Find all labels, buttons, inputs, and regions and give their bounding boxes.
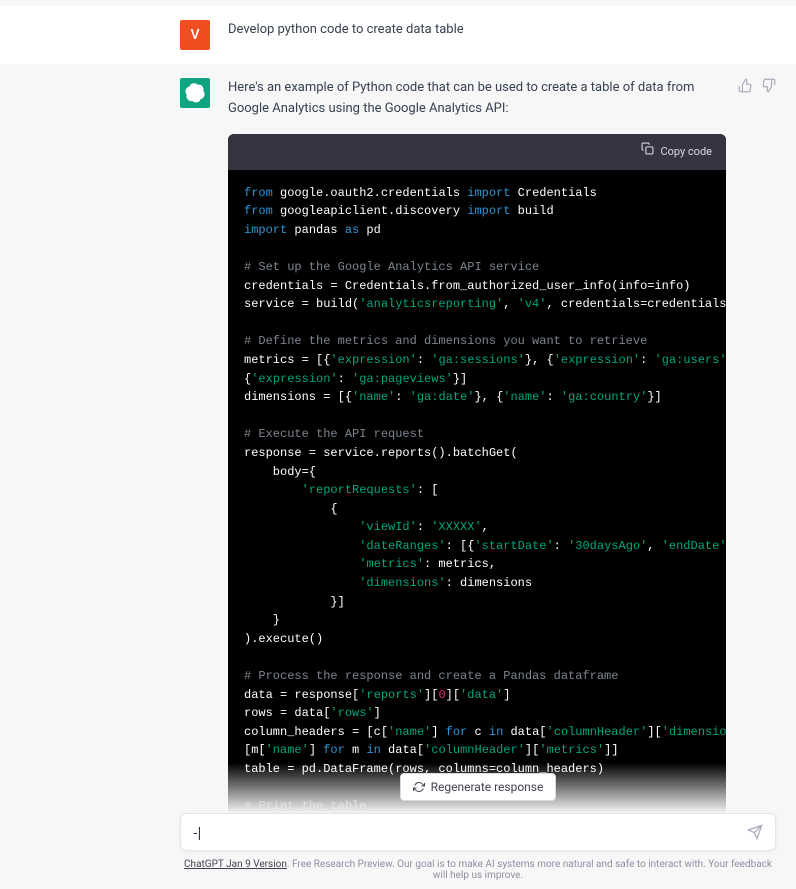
user-message-text: Develop python code to create data table — [228, 20, 776, 50]
user-avatar: V — [180, 20, 210, 50]
thumbs-down-icon[interactable] — [761, 78, 776, 100]
copy-code-label[interactable]: Copy code — [660, 143, 712, 161]
version-link[interactable]: ChatGPT Jan 9 Version — [184, 859, 287, 870]
conversation: V Develop python code to create data tab… — [0, 0, 796, 850]
feedback-controls — [738, 78, 776, 100]
send-icon — [747, 824, 763, 840]
assistant-intro-text: Here's an example of Python code that ca… — [228, 78, 726, 120]
thumbs-up-icon[interactable] — [738, 78, 753, 100]
send-button[interactable] — [747, 824, 763, 840]
message-input-row — [180, 813, 776, 851]
user-avatar-letter: V — [190, 27, 199, 43]
code-header: Copy code — [228, 134, 726, 170]
assistant-avatar — [180, 78, 210, 108]
footer-note: ChatGPT Jan 9 Version. Free Research Pre… — [180, 859, 776, 883]
code-block: Copy code from google.oauth2.credentials… — [228, 134, 726, 851]
user-message: V Develop python code to create data tab… — [0, 6, 796, 64]
bottom-area: Regenerate response ChatGPT Jan 9 Versio… — [0, 763, 796, 889]
assistant-message-body: Here's an example of Python code that ca… — [228, 78, 776, 850]
regenerate-label: Regenerate response — [431, 780, 544, 794]
footer-disclaimer: . Free Research Preview. Our goal is to … — [287, 859, 772, 881]
message-input[interactable] — [193, 824, 739, 840]
copy-icon[interactable] — [641, 142, 654, 161]
refresh-icon — [413, 781, 425, 793]
regenerate-wrap: Regenerate response — [180, 773, 776, 801]
assistant-message: Here's an example of Python code that ca… — [0, 64, 796, 850]
code-content[interactable]: from google.oauth2.credentials import Cr… — [228, 170, 726, 851]
regenerate-button[interactable]: Regenerate response — [400, 773, 557, 801]
assistant-logo-icon — [185, 83, 205, 103]
